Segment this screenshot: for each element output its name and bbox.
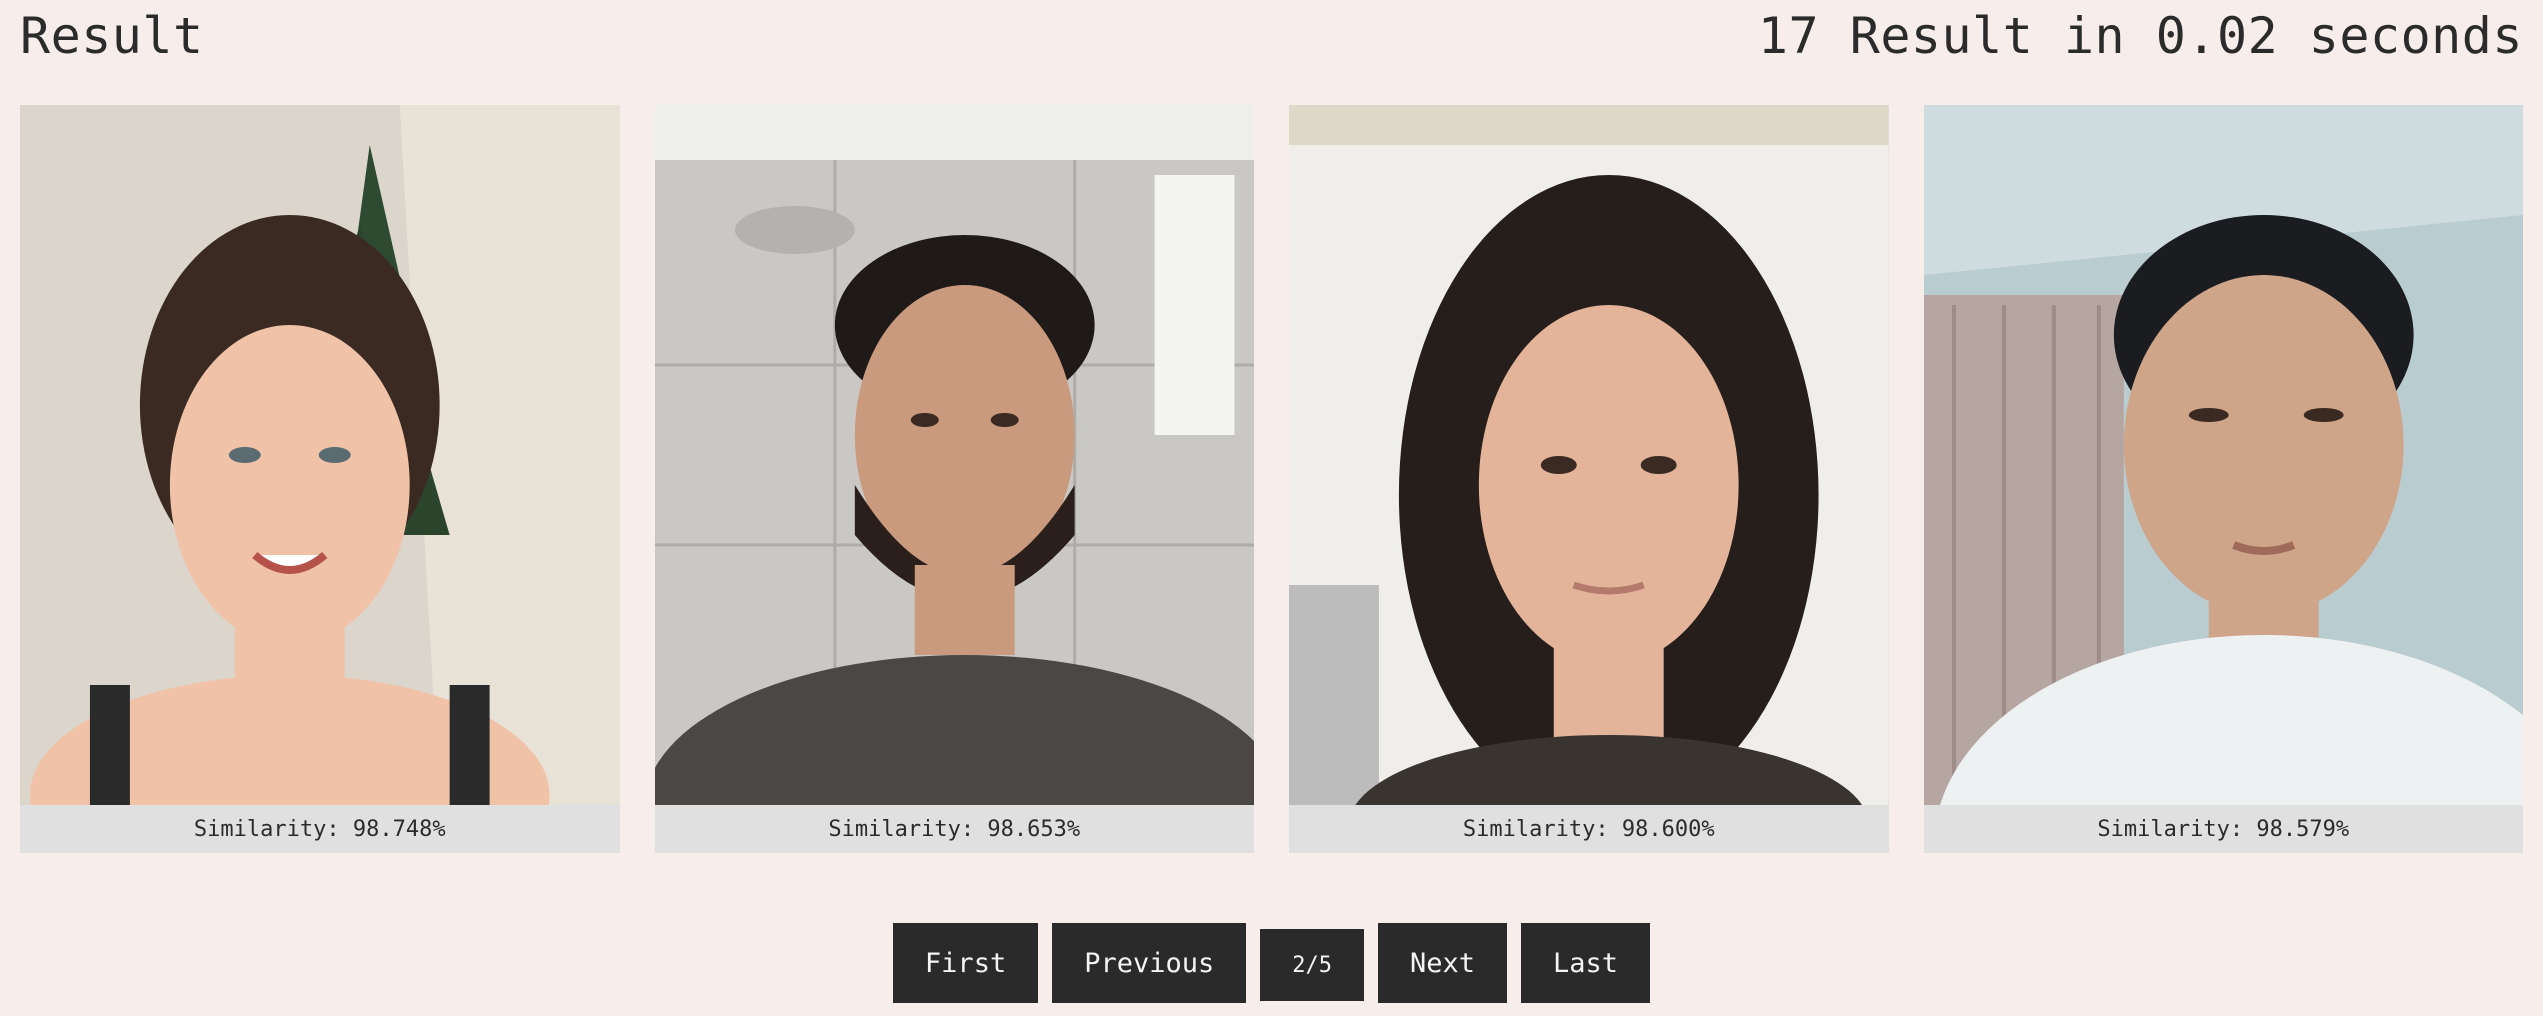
face-photo[interactable] (654, 105, 1254, 805)
face-photo[interactable] (1923, 105, 2523, 805)
result-card[interactable]: Similarity: 98.579% (1923, 105, 2523, 853)
first-page-button[interactable]: First (892, 923, 1039, 1003)
face-photo-icon (654, 105, 1254, 805)
next-page-button[interactable]: Next (1378, 923, 1508, 1003)
face-photo-icon (1923, 105, 2523, 805)
face-photo[interactable] (20, 105, 620, 805)
result-card[interactable]: Similarity: 98.653% (654, 105, 1254, 853)
face-photo[interactable] (1289, 105, 1889, 805)
page-title: Result (20, 7, 204, 65)
result-count: 17 Result in 0.02 seconds (1757, 7, 2523, 65)
page-indicator: 2/5 (1260, 929, 1364, 1001)
face-photo-icon (1289, 105, 1889, 805)
pagination: First Previous 2/5 Next Last (0, 923, 2543, 1003)
similarity-label: Similarity: 98.653% (654, 805, 1254, 853)
previous-page-button[interactable]: Previous (1052, 923, 1247, 1003)
face-photo-icon (20, 105, 620, 805)
results-grid: Similarity: 98.748% Similarity: 98.653% … (20, 105, 2523, 853)
result-card[interactable]: Similarity: 98.748% (20, 105, 620, 853)
result-card[interactable]: Similarity: 98.600% (1289, 105, 1889, 853)
results-header: Result 17 Result in 0.02 seconds (20, 0, 2523, 72)
similarity-label: Similarity: 98.579% (1923, 805, 2523, 853)
similarity-label: Similarity: 98.748% (20, 805, 620, 853)
similarity-label: Similarity: 98.600% (1289, 805, 1889, 853)
last-page-button[interactable]: Last (1521, 923, 1651, 1003)
